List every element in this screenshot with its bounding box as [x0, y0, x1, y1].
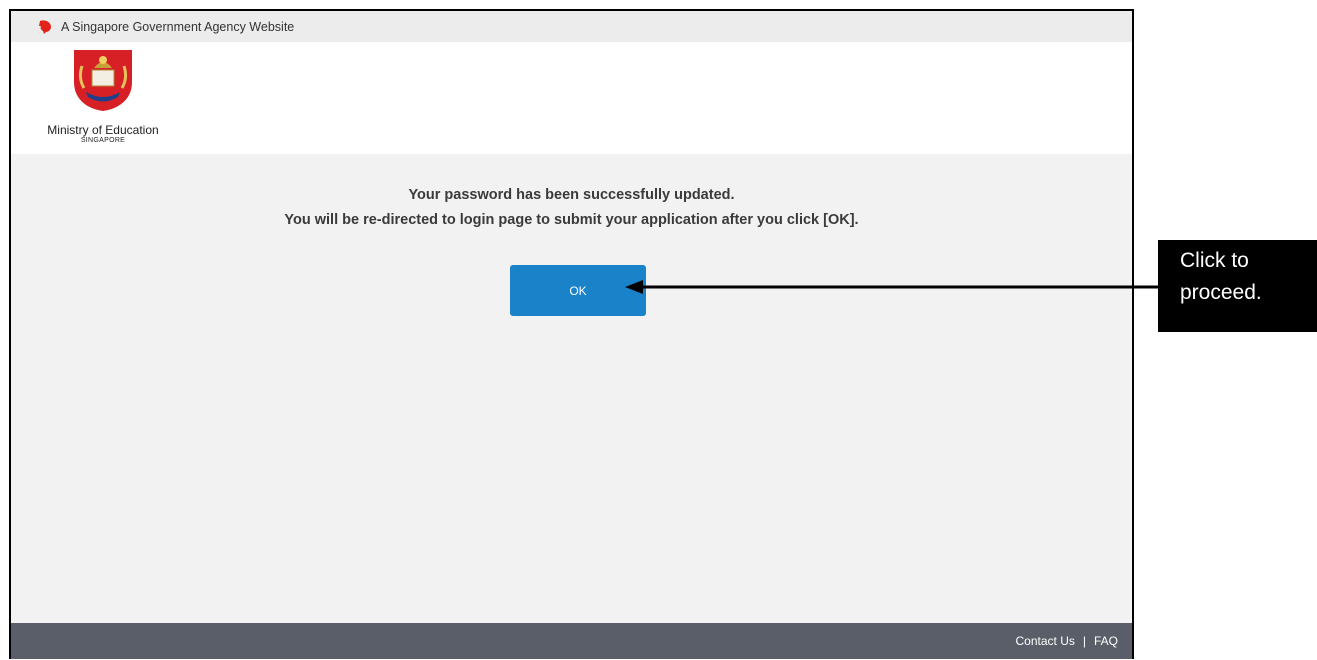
success-message: Your password has been successfully upda… [408, 187, 735, 203]
browser-page: A Singapore Government Agency Website Mi… [9, 9, 1134, 659]
redirect-message: You will be re-directed to login page to… [284, 212, 859, 228]
contact-us-link[interactable]: Contact Us [1016, 634, 1075, 648]
moe-logo[interactable]: Ministry of Education SINGAPORE [13, 48, 193, 145]
footer-separator: | [1082, 634, 1086, 648]
site-header: Ministry of Education SINGAPORE [11, 42, 1132, 154]
annotation-callout: Click to proceed. [1158, 240, 1317, 332]
masthead-text: A Singapore Government Agency Website [61, 19, 295, 34]
logo-subtitle: SINGAPORE [80, 137, 126, 144]
gov-masthead: A Singapore Government Agency Website [11, 11, 1132, 42]
main-content: Your password has been successfully upda… [11, 154, 1132, 623]
moe-crest-icon [74, 50, 132, 111]
arrow-left-icon [625, 280, 1161, 294]
lion-head-icon [39, 19, 51, 34]
faq-link[interactable]: FAQ [1094, 634, 1118, 648]
logo-title: Ministry of Education [47, 123, 159, 137]
footer: Contact Us | FAQ [11, 623, 1132, 659]
